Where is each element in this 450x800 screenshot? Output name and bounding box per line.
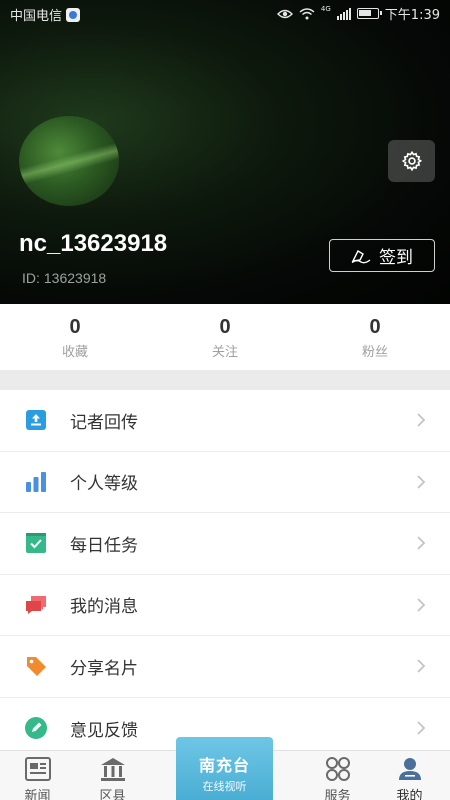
stat-favorites-value: 0: [69, 316, 81, 338]
menu-item-daily-tasks[interactable]: 每日任务: [0, 513, 450, 575]
checkin-button[interactable]: 签到: [329, 239, 435, 272]
gear-icon: [401, 150, 422, 172]
battery-icon: [356, 8, 382, 19]
stat-following-value: 0: [219, 316, 231, 338]
avatar[interactable]: [19, 116, 119, 206]
stat-following-label: 关注: [211, 345, 238, 360]
stats-bar: 0 收藏 0 关注 0 粉丝: [0, 304, 450, 370]
chevron-right-icon: [417, 659, 426, 673]
menu-item-personal-level[interactable]: 个人等级: [0, 452, 450, 513]
settings-button[interactable]: [388, 140, 435, 182]
chevron-right-icon: [417, 536, 426, 550]
menu-item-label: 我的消息: [70, 597, 138, 618]
building-icon: [100, 758, 125, 781]
wifi-icon: [299, 7, 315, 19]
tab-mine[interactable]: 我的: [372, 751, 447, 800]
stat-favorites-label: 收藏: [61, 345, 88, 360]
user-id: ID: 13623918: [22, 270, 106, 286]
user-id-label: ID:: [22, 270, 40, 286]
tab-districts[interactable]: 区县: [75, 751, 150, 800]
menu-item-share-card[interactable]: 分享名片: [0, 636, 450, 698]
user-icon: [398, 758, 421, 780]
checkin-label: 签到: [379, 248, 413, 268]
news-icon: [24, 757, 51, 781]
checkmark-icon: [26, 533, 46, 554]
profile-header: 中国电信 4G 下午1:39 nc_13623918 ID: 13623918 …: [0, 0, 450, 304]
menu-item-label: 意见反馈: [70, 720, 138, 741]
stat-favorites[interactable]: 0 收藏: [0, 304, 150, 370]
stat-fans-value: 0: [369, 316, 381, 338]
tab-services-label: 服务: [324, 789, 351, 800]
menu-item-label: 个人等级: [70, 474, 138, 495]
carrier-app-icon: [66, 7, 81, 22]
pen-icon: [25, 717, 47, 740]
chevron-right-icon: [417, 598, 426, 612]
live-broadcast-subtitle: 在线视听: [202, 780, 247, 793]
tab-services[interactable]: 服务: [300, 751, 375, 800]
network-type: 4G: [320, 5, 331, 13]
status-bar: 中国电信 4G 下午1:39: [0, 0, 450, 28]
menu-item-my-messages[interactable]: 我的消息: [0, 575, 450, 636]
stat-following[interactable]: 0 关注: [150, 304, 300, 370]
checkin-icon: [351, 249, 371, 263]
username: nc_13623918: [19, 230, 168, 257]
live-broadcast-title: 南充台: [198, 756, 250, 775]
chevron-right-icon: [417, 475, 426, 489]
tab-news[interactable]: 新闻: [0, 751, 75, 800]
menu-item-label: 分享名片: [70, 658, 138, 679]
chevron-right-icon: [417, 413, 426, 427]
bar-chart-icon: [26, 471, 46, 492]
tag-icon: [27, 657, 46, 677]
chevron-right-icon: [417, 721, 426, 735]
menu-item-label: 每日任务: [70, 535, 138, 556]
menu-list: 记者回传 个人等级 每日任务 我的消息 分享名片 意见反馈: [0, 390, 450, 759]
user-id-value: 13623918: [43, 270, 107, 286]
stat-fans-label: 粉丝: [361, 345, 388, 360]
carrier-name: 中国电信: [10, 9, 63, 24]
signal-icon: [336, 7, 351, 20]
grid-icon: [325, 757, 350, 781]
upload-icon: [26, 410, 46, 431]
eye-icon: [276, 9, 293, 18]
menu-item-label: 记者回传: [70, 412, 138, 433]
messages-icon: [26, 595, 46, 614]
clock: 下午1:39: [384, 8, 440, 23]
tab-districts-label: 区县: [99, 789, 126, 800]
live-broadcast-button[interactable]: 南充台 在线视听: [176, 737, 273, 800]
menu-item-reporter-upload[interactable]: 记者回传: [0, 390, 450, 452]
tab-mine-label: 我的: [396, 789, 423, 800]
stat-fans[interactable]: 0 粉丝: [300, 304, 450, 370]
tab-news-label: 新闻: [24, 789, 51, 800]
